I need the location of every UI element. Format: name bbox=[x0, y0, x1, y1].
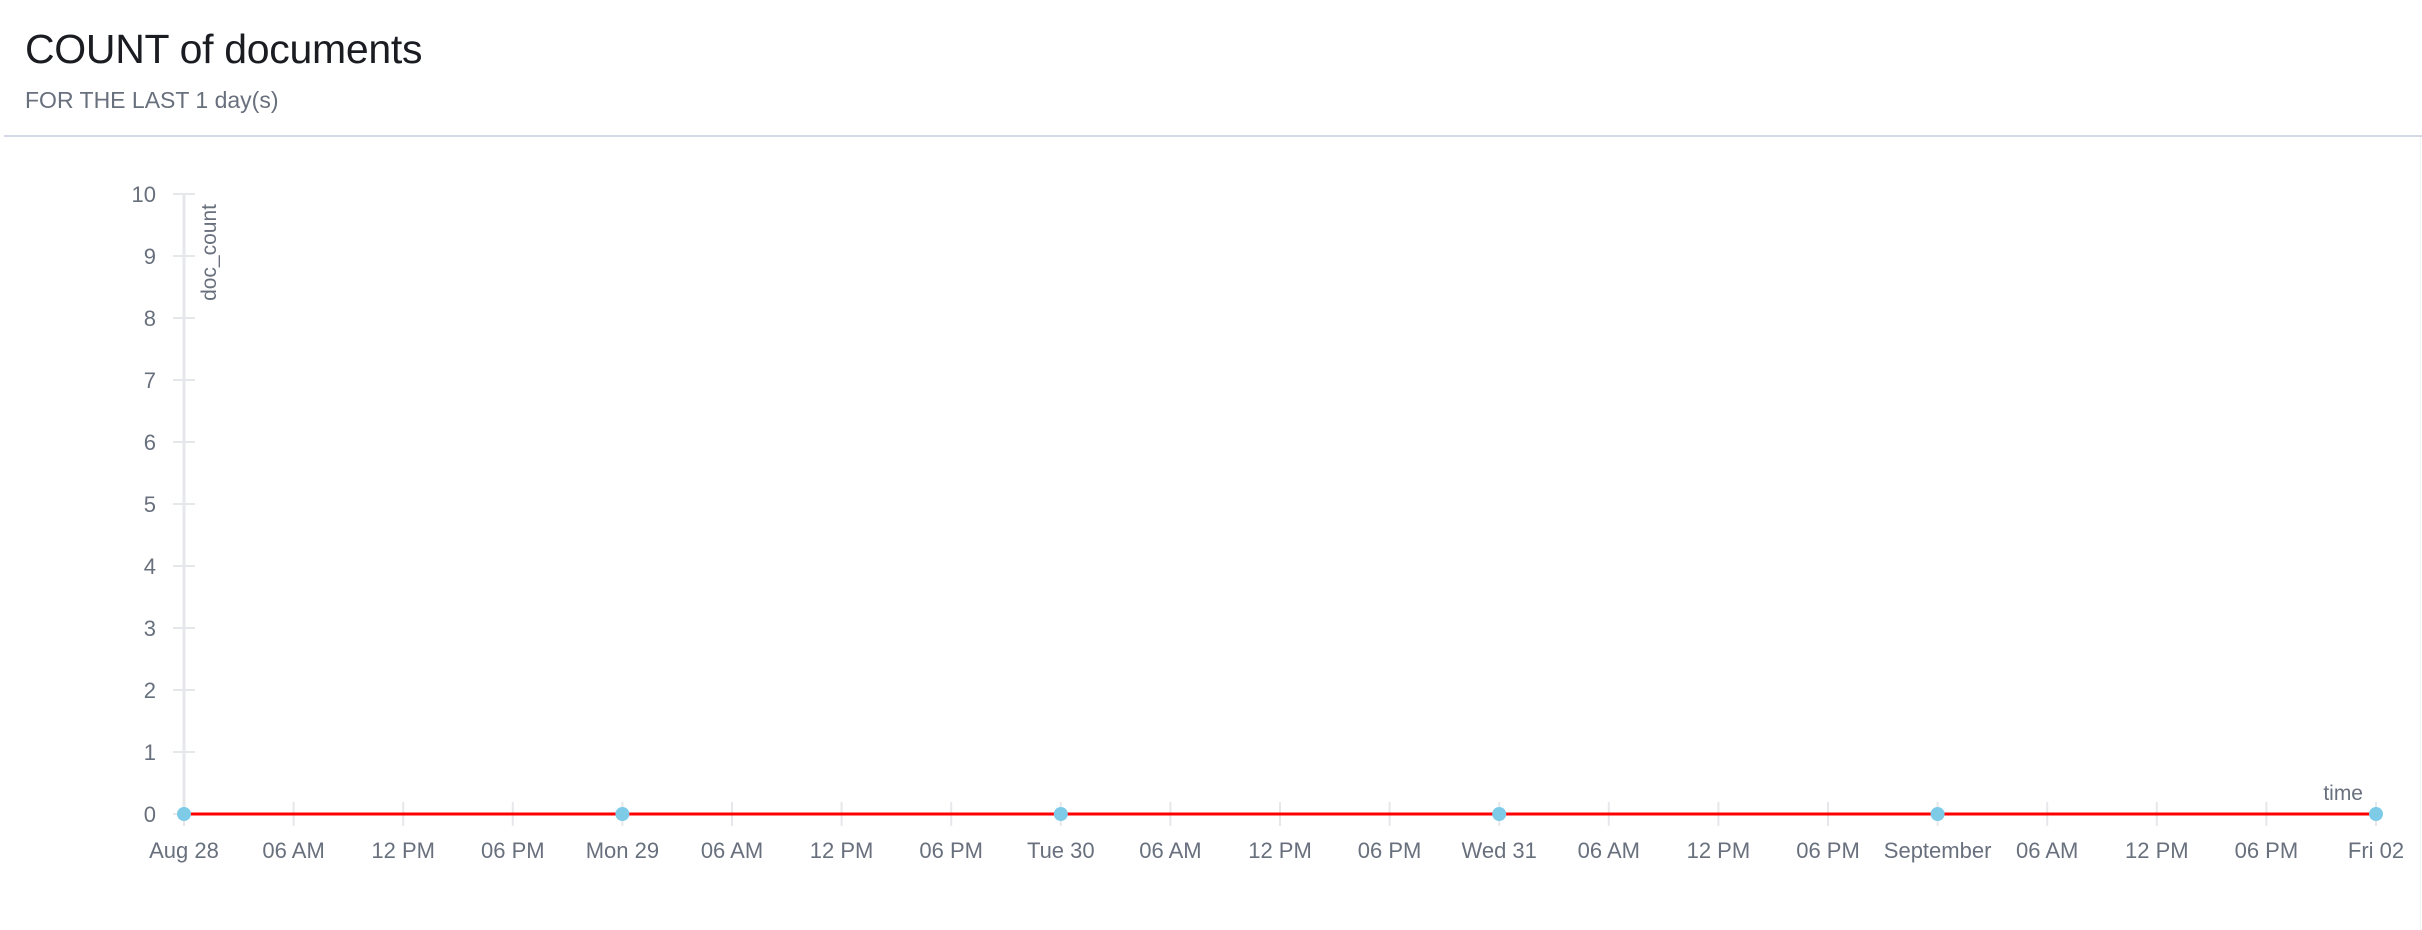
y-tick-label: 6 bbox=[144, 430, 156, 455]
x-tick-label: 06 PM bbox=[481, 838, 545, 863]
y-tick-label: 2 bbox=[144, 678, 156, 703]
x-tick-label: Tue 30 bbox=[1027, 838, 1095, 863]
data-point bbox=[1492, 807, 1507, 821]
y-tick-label: 5 bbox=[144, 492, 156, 517]
data-point bbox=[2369, 807, 2383, 821]
x-tick-label: 12 PM bbox=[1248, 838, 1312, 863]
data-point bbox=[615, 807, 630, 821]
x-tick-label: 06 PM bbox=[1358, 838, 1422, 863]
x-tick-label: 12 PM bbox=[810, 838, 874, 863]
x-axis-title: time bbox=[2323, 782, 2363, 805]
x-tick-label: September bbox=[1884, 838, 1992, 863]
y-tick-label: 3 bbox=[144, 616, 156, 641]
x-tick-label: 06 AM bbox=[2016, 838, 2078, 863]
y-tick-label: 8 bbox=[144, 306, 156, 331]
x-tick-label: Mon 29 bbox=[586, 838, 659, 863]
line-chart: 0 1 2 3 4 5 6 7 8 9 10 Aug 28 06 AM 12 PM 06 PM Mon 29… bbox=[132, 182, 2405, 863]
x-tick-label: 06 AM bbox=[262, 838, 324, 863]
x-axis: Aug 28 06 AM 12 PM 06 PM Mon 29 06 AM 12 PM 06 … bbox=[149, 802, 2404, 863]
x-tick-label: 06 AM bbox=[1139, 838, 1201, 863]
x-tick-label: Wed 31 bbox=[1461, 838, 1536, 863]
x-tick-label: Aug 28 bbox=[149, 838, 219, 863]
x-tick-label: 12 PM bbox=[2125, 838, 2189, 863]
x-tick-label: 06 PM bbox=[919, 838, 983, 863]
data-point bbox=[1053, 807, 1068, 821]
y-tick-label: 10 bbox=[132, 182, 156, 207]
y-axis-title: doc_count bbox=[198, 204, 221, 301]
y-tick-label: 4 bbox=[144, 554, 156, 579]
y-tick-label: 1 bbox=[144, 740, 156, 765]
x-tick-label: 06 PM bbox=[2235, 838, 2299, 863]
x-tick-label: 12 PM bbox=[371, 838, 435, 863]
x-tick-label: 06 AM bbox=[701, 838, 763, 863]
y-tick-label: 9 bbox=[144, 244, 156, 269]
x-tick-label: Fri 02 bbox=[2348, 838, 2404, 863]
data-point bbox=[1930, 807, 1945, 821]
x-tick-label: 06 AM bbox=[1578, 838, 1640, 863]
x-tick-label: 06 PM bbox=[1796, 838, 1860, 863]
y-axis: 0 1 2 3 4 5 6 7 8 9 10 bbox=[132, 182, 195, 827]
y-tick-label: 0 bbox=[144, 802, 156, 827]
x-tick-label: 12 PM bbox=[1687, 838, 1751, 863]
y-tick-label: 7 bbox=[144, 368, 156, 393]
data-point bbox=[177, 807, 191, 821]
